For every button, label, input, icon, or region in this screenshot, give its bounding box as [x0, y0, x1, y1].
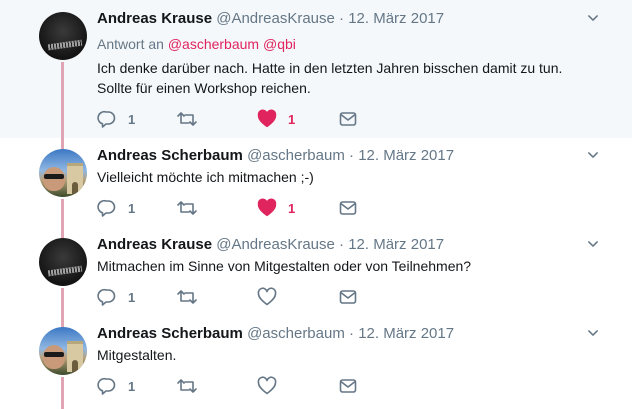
reply-count: 1 — [128, 289, 136, 305]
mail-icon — [339, 201, 357, 215]
thread-line — [61, 138, 64, 149]
retweet-icon — [177, 112, 197, 126]
like-button[interactable] — [257, 285, 288, 309]
tweet-header: Andreas Scherbaum @ascherbaum · 12. März… — [97, 325, 454, 343]
tweet-text-line: Sollte für einen Workshop reichen. — [97, 80, 311, 96]
thread-line — [61, 62, 64, 138]
mention-link[interactable]: @ascherbaum — [168, 36, 259, 52]
author-name[interactable]: Andreas Scherbaum — [97, 325, 243, 342]
retweet-icon — [177, 379, 197, 393]
tweet-header: Andreas Scherbaum @ascherbaum · 12. März… — [97, 147, 454, 165]
reply-icon — [97, 110, 116, 128]
tweet-text: Vielleicht möchte ich mitmachen ;-) — [97, 167, 314, 187]
tweet-text: Ich denke darüber nach. Hatte in den let… — [97, 58, 562, 98]
direct-message-button[interactable] — [338, 374, 358, 398]
direct-message-button[interactable] — [338, 285, 358, 309]
reply-button[interactable]: 1 — [97, 374, 135, 398]
separator-dot: · — [339, 236, 345, 253]
tweet-actions: 1 — [97, 374, 397, 398]
reply-icon — [97, 288, 116, 306]
reply-count: 1 — [128, 111, 136, 127]
tweet-header: Andreas Krause @AndreasKrause · 12. März… — [97, 10, 444, 28]
tweet-date[interactable]: 12. März 2017 — [358, 147, 454, 164]
reply-to-prefix: Antwort an — [97, 36, 164, 52]
tweet[interactable]: Andreas Scherbaum @ascherbaum · 12. März… — [0, 316, 632, 409]
reply-count: 1 — [128, 200, 136, 216]
thread-line — [61, 288, 64, 316]
tweet-date[interactable]: 12. März 2017 — [358, 325, 454, 342]
tweet-text-line: Mitmachen im Sinne von Mitgestalten oder… — [97, 258, 472, 274]
tweet-actions: 1 1 — [97, 107, 397, 131]
mention-link[interactable]: @qbi — [263, 36, 296, 52]
retweet-button[interactable] — [176, 285, 209, 309]
reply-icon — [97, 199, 116, 217]
chevron-down-icon[interactable] — [588, 13, 598, 23]
heart-icon — [257, 376, 277, 395]
chevron-down-icon[interactable] — [588, 239, 598, 249]
like-button[interactable]: 1 — [257, 196, 295, 220]
avatar[interactable] — [39, 149, 87, 197]
heart-icon — [257, 287, 277, 306]
tweet-text: Mitmachen im Sinne von Mitgestalten oder… — [97, 256, 471, 276]
retweet-button[interactable] — [176, 374, 209, 398]
like-count: 1 — [288, 200, 296, 216]
tweet-text-line: Vielleicht möchte ich mitmachen ;-) — [97, 169, 314, 185]
reply-to-line: Antwort an @ascherbaum @qbi — [97, 35, 296, 53]
retweet-button[interactable] — [176, 196, 209, 220]
retweet-button[interactable] — [176, 107, 209, 131]
author-name[interactable]: Andreas Krause — [97, 236, 212, 253]
tweet-date[interactable]: 12. März 2017 — [348, 236, 444, 253]
direct-message-button[interactable] — [338, 196, 358, 220]
tweet[interactable]: Andreas Scherbaum @ascherbaum · 12. März… — [0, 138, 632, 227]
reply-button[interactable]: 1 — [97, 196, 135, 220]
separator-dot: · — [339, 10, 345, 27]
author-name[interactable]: Andreas Scherbaum — [97, 147, 243, 164]
avatar[interactable] — [39, 327, 87, 375]
mail-icon — [339, 379, 357, 393]
like-count: 1 — [288, 111, 296, 127]
tweet-date[interactable]: 12. März 2017 — [348, 10, 444, 27]
avatar[interactable] — [39, 238, 87, 286]
reply-count: 1 — [128, 378, 136, 394]
tweet-text-line: Ich denke darüber nach. Hatte in den let… — [97, 60, 563, 76]
separator-dot: · — [349, 147, 355, 164]
thread-line — [61, 227, 64, 238]
author-handle[interactable]: @ascherbaum — [247, 147, 345, 164]
reply-button[interactable]: 1 — [97, 285, 135, 309]
author-handle[interactable]: @AndreasKrause — [216, 10, 335, 27]
tweet-header: Andreas Krause @AndreasKrause · 12. März… — [97, 236, 444, 254]
tweet-actions: 1 1 — [97, 196, 397, 220]
separator-dot: · — [349, 325, 355, 342]
tweet[interactable]: Andreas Krause @AndreasKrause · 12. März… — [0, 0, 632, 138]
like-button[interactable] — [257, 374, 288, 398]
retweet-icon — [177, 290, 197, 304]
like-button[interactable]: 1 — [257, 107, 295, 131]
tweet-text-line: Mitgestalten. — [97, 347, 177, 363]
direct-message-button[interactable] — [338, 107, 358, 131]
author-handle[interactable]: @AndreasKrause — [216, 236, 335, 253]
heart-icon — [257, 198, 277, 217]
retweet-icon — [177, 201, 197, 215]
tweet-actions: 1 — [97, 285, 397, 309]
thread-line — [61, 316, 64, 327]
mail-icon — [339, 112, 357, 126]
thread-line — [61, 377, 64, 409]
reply-icon — [97, 377, 116, 395]
heart-icon — [257, 109, 277, 128]
mail-icon — [339, 290, 357, 304]
reply-button[interactable]: 1 — [97, 107, 135, 131]
chevron-down-icon[interactable] — [588, 150, 598, 160]
thread-line — [61, 199, 64, 227]
author-name[interactable]: Andreas Krause — [97, 10, 212, 27]
chevron-down-icon[interactable] — [588, 328, 598, 338]
author-handle[interactable]: @ascherbaum — [247, 325, 345, 342]
avatar[interactable] — [39, 12, 87, 60]
tweet[interactable]: Andreas Krause @AndreasKrause · 12. März… — [0, 227, 632, 316]
tweet-text: Mitgestalten. — [97, 345, 176, 365]
